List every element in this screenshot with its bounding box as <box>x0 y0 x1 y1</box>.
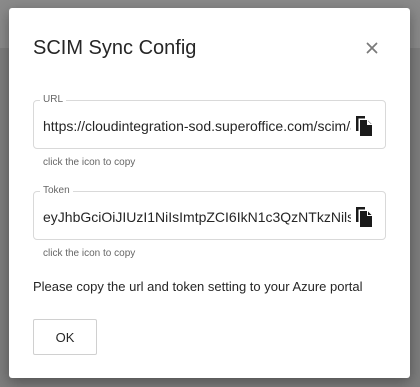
instruction-message: Please copy the url and token setting to… <box>33 279 363 294</box>
url-field: URL <box>33 94 386 149</box>
dialog-title: SCIM Sync Config <box>33 37 197 59</box>
ok-button[interactable]: OK <box>33 319 97 355</box>
token-helper-text: click the icon to copy <box>43 248 136 259</box>
url-field-label: URL <box>40 94 67 106</box>
close-icon <box>366 42 378 54</box>
url-helper-text: click the icon to copy <box>43 157 136 168</box>
token-input[interactable] <box>43 207 351 227</box>
scim-sync-config-dialog: SCIM Sync Config URL click the icon to c… <box>9 8 410 378</box>
close-button[interactable] <box>361 37 383 59</box>
url-input[interactable] <box>43 116 351 136</box>
token-field-label: Token <box>40 185 73 197</box>
token-field: Token <box>33 185 386 240</box>
copy-icon[interactable] <box>354 115 374 137</box>
copy-icon[interactable] <box>354 206 374 228</box>
